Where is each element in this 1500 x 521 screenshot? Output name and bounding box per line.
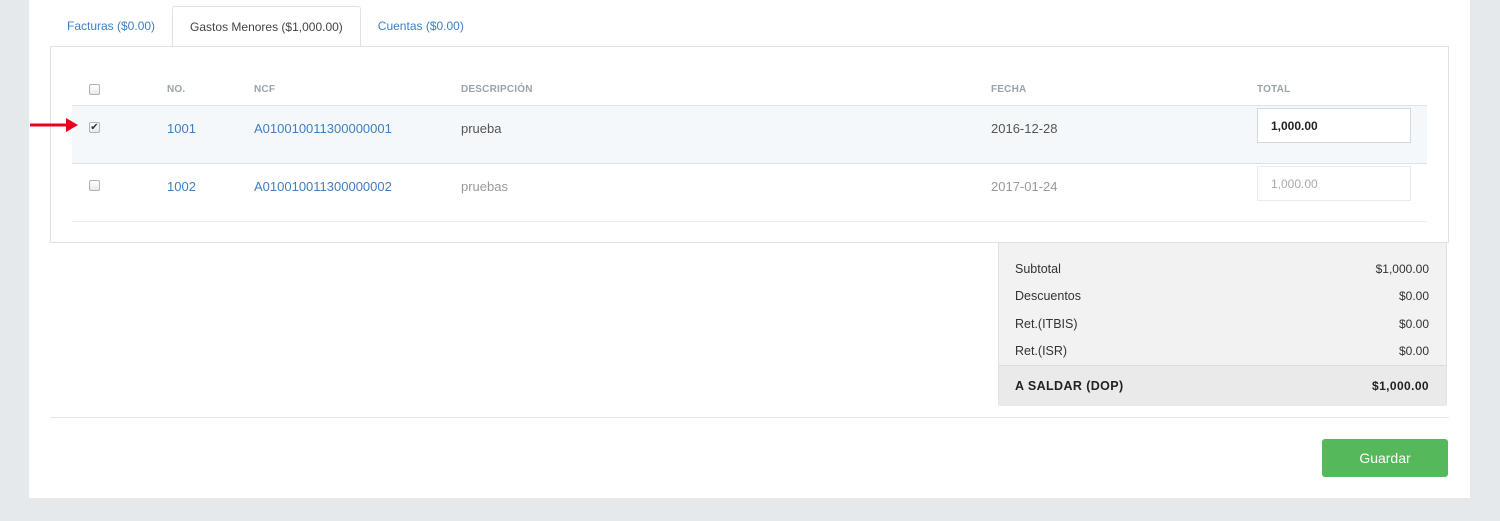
row-checkbox[interactable] — [89, 180, 100, 191]
ret-itbis-label: Ret.(ITBIS) — [1015, 317, 1078, 331]
descuentos-value: $0.00 — [1398, 289, 1429, 303]
row-fecha: 2017-01-24 — [991, 179, 1058, 194]
header-descripcion: DESCRIPCIÓN — [461, 83, 533, 95]
a-saldar-value: $1,000.00 — [1372, 379, 1429, 393]
select-all-checkbox[interactable] — [89, 83, 100, 95]
row-descripcion: prueba — [461, 121, 502, 136]
tab-panel: NO. NCF DESCRIPCIÓN FECHA TOTAL ✔ 1001 A… — [50, 46, 1449, 243]
table-row: 1002 A010010011300000002 pruebas 2017-01… — [72, 164, 1427, 222]
row-ncf-link[interactable]: A010010011300000001 — [254, 121, 392, 136]
ret-isr-value: $0.00 — [1398, 344, 1429, 358]
ret-itbis-value: $0.00 — [1398, 317, 1429, 331]
a-saldar-label: A SALDAR (DOP) — [1015, 379, 1124, 393]
header-total: TOTAL — [1257, 83, 1291, 95]
descuentos-label: Descuentos — [1015, 289, 1082, 303]
subtotal-row: Subtotal $1,000.00 — [1015, 262, 1429, 276]
row-checkbox-checked[interactable]: ✔ — [89, 122, 100, 133]
tab-gastos-menores[interactable]: Gastos Menores ($1,000.00) — [172, 6, 361, 47]
ret-isr-label: Ret.(ISR) — [1015, 344, 1068, 358]
row-total-input[interactable] — [1257, 108, 1411, 143]
subtotal-label: Subtotal — [1015, 262, 1061, 276]
ret-itbis-row: Ret.(ITBIS) $0.00 — [1015, 317, 1429, 331]
totals-summary: Subtotal $1,000.00 Descuentos $0.00 Ret.… — [998, 243, 1447, 406]
row-fecha: 2016-12-28 — [991, 121, 1058, 136]
ret-isr-row: Ret.(ISR) $0.00 — [1015, 344, 1429, 358]
subtotal-value: $1,000.00 — [1375, 262, 1429, 276]
tab-facturas[interactable]: Facturas ($0.00) — [50, 6, 172, 46]
a-saldar-row: A SALDAR (DOP) $1,000.00 — [1015, 379, 1429, 393]
header-no: NO. — [167, 83, 186, 95]
red-arrow-right-icon — [30, 118, 78, 132]
payment-card: Facturas ($0.00) Gastos Menores ($1,000.… — [29, 0, 1470, 498]
row-total-input[interactable] — [1257, 166, 1411, 201]
descuentos-row: Descuentos $0.00 — [1015, 289, 1429, 303]
tabs-bar: Facturas ($0.00) Gastos Menores ($1,000.… — [50, 6, 481, 47]
header-fecha: FECHA — [991, 83, 1027, 95]
a-saldar-band: A SALDAR (DOP) $1,000.00 — [999, 365, 1446, 406]
table-header: NO. NCF DESCRIPCIÓN FECHA TOTAL — [72, 73, 1427, 106]
row-descripcion: pruebas — [461, 179, 508, 194]
row-ncf-link[interactable]: A010010011300000002 — [254, 179, 392, 194]
row-no-link[interactable]: 1001 — [167, 121, 196, 136]
divider — [50, 417, 1449, 418]
table-row: ✔ 1001 A010010011300000001 prueba 2016-1… — [72, 106, 1427, 164]
tab-cuentas[interactable]: Cuentas ($0.00) — [361, 6, 481, 46]
row-no-link[interactable]: 1002 — [167, 179, 196, 194]
header-ncf: NCF — [254, 83, 276, 95]
save-button[interactable]: Guardar — [1322, 439, 1448, 477]
